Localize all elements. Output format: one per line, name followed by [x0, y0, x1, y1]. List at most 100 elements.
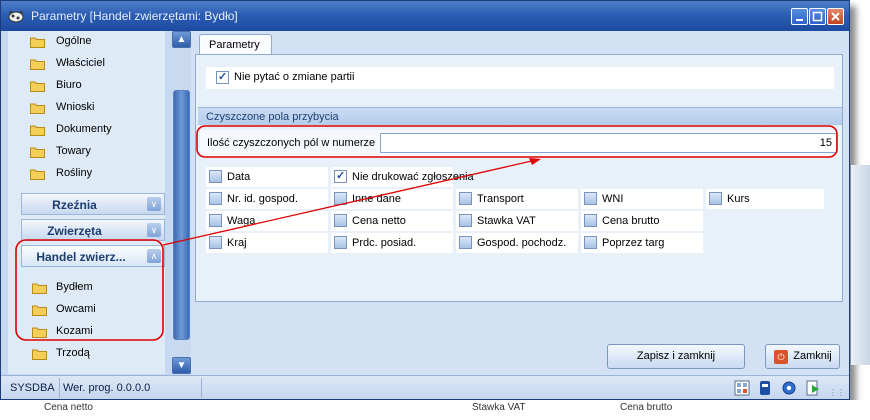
folder-icon	[30, 125, 45, 136]
app-logo-icon	[8, 10, 24, 23]
nav-item-biuro[interactable]: Biuro	[8, 75, 165, 97]
checkbox-label: Cena netto	[352, 215, 406, 227]
field-gospod-pochodz: Gospod. pochodz.	[456, 233, 578, 253]
checkbox-kraj[interactable]	[209, 236, 222, 249]
nav-item-rosliny[interactable]: Rośliny	[8, 163, 165, 185]
nav-item-label: Wnioski	[56, 101, 95, 113]
scroll-thumb[interactable]	[173, 90, 190, 340]
scroll-up-button[interactable]: ▲	[172, 31, 191, 48]
close-button[interactable]: ⏻ Zamknij	[765, 344, 840, 369]
title-bar: Parametry [Handel zwierzętami: Bydło]	[1, 1, 849, 31]
checkbox-data[interactable]	[209, 170, 222, 183]
checkbox-nr-id-gospod[interactable]	[209, 192, 222, 205]
nav-item-label: Właściciel	[56, 57, 105, 69]
field-kraj: Kraj	[206, 233, 328, 253]
field-stawka-vat: Stawka VAT	[456, 211, 578, 231]
database-icon[interactable]	[757, 380, 773, 396]
tab-parametry[interactable]: Parametry	[199, 34, 272, 55]
checkbox-poprzez-targ[interactable]	[584, 236, 597, 249]
checkbox-stawka-vat[interactable]	[459, 214, 472, 227]
nav-item-towary[interactable]: Towary	[8, 141, 165, 163]
tab-panel: Nie pytać o zmiane partii Czyszczone pol…	[195, 54, 843, 302]
window-title: Parametry [Handel zwierzętami: Bydło]	[31, 9, 238, 23]
nav-item-label: Dokumenty	[56, 123, 112, 135]
field-cena-netto: Cena netto	[331, 211, 453, 231]
status-version: Wer. prog. 0.0.0.0	[63, 382, 151, 394]
count-row: Ilość czyszczonych pól w numerze	[200, 130, 840, 157]
checkbox-label: Kurs	[727, 193, 750, 205]
double-chevron-down-icon: ∨	[147, 223, 161, 237]
checkbox-label: Prdc. posiad.	[352, 237, 417, 249]
field-poprzez-targ: Poprzez targ	[581, 233, 703, 253]
status-user: SYSDBA	[10, 382, 55, 394]
minimize-button[interactable]	[791, 8, 808, 25]
field-nr-id-gospod: Nr. id. gospod.	[206, 189, 328, 209]
close-window-button[interactable]	[827, 8, 844, 25]
nav-item-kozami[interactable]: Kozami	[8, 321, 165, 343]
status-separator	[201, 378, 202, 398]
checkbox-inne-dane[interactable]	[334, 192, 347, 205]
status-bar: SYSDBA Wer. prog. 0.0.0.0 ⋮⋮	[1, 375, 849, 399]
field-nie-drukowac: Nie drukować zgłoszenia	[331, 167, 474, 187]
nav-item-label: Towary	[56, 145, 91, 157]
checkbox-cena-brutto[interactable]	[584, 214, 597, 227]
nav-group-rzeznia[interactable]: Rzeźnia ∨	[21, 193, 165, 215]
close-icon	[831, 12, 840, 21]
nav-item-bydlem[interactable]: Bydłem	[8, 277, 165, 299]
checkbox-label: Kraj	[227, 237, 247, 249]
maximize-button[interactable]	[809, 8, 826, 25]
nav-item-label: Owcami	[56, 303, 96, 315]
folder-icon	[30, 59, 45, 70]
folder-icon	[30, 169, 45, 180]
calculator-icon[interactable]	[734, 380, 750, 396]
checkbox-kurs[interactable]	[709, 192, 722, 205]
nav-item-wnioski[interactable]: Wnioski	[8, 97, 165, 119]
app-window: Parametry [Handel zwierzętami: Bydło] Og…	[0, 0, 850, 400]
chevron-up-icon: ▲	[176, 34, 187, 45]
nav-scrollbar[interactable]: ▲ ▼	[172, 31, 191, 375]
checkbox-nie-drukowac-zgloszenia[interactable]	[334, 169, 347, 183]
checkbox-waga[interactable]	[209, 214, 222, 227]
resize-grip-icon[interactable]: ⋮⋮	[829, 388, 845, 397]
group-title-bar: Czyszczone pola przybycia	[198, 107, 842, 125]
gear-icon[interactable]	[781, 380, 797, 396]
nav-item-trzoda[interactable]: Trzodą	[8, 343, 165, 365]
run-icon[interactable]	[805, 380, 821, 396]
nav-item-label: Ogólne	[56, 35, 92, 47]
folder-icon	[30, 103, 45, 114]
nav-group-zwierzeta[interactable]: Zwierzęta ∨	[21, 219, 165, 241]
scroll-down-button[interactable]: ▼	[172, 357, 191, 374]
nav-item-dokumenty[interactable]: Dokumenty	[8, 119, 165, 141]
nav-item-wlasciciel[interactable]: Właściciel	[8, 53, 165, 75]
checkbox-label: Transport	[477, 193, 524, 205]
checkbox-label: Data	[227, 171, 251, 183]
folder-icon	[32, 327, 47, 338]
nav-item-label: Rośliny	[56, 167, 93, 179]
checkbox-label: Stawka VAT	[477, 215, 536, 227]
no-ask-checkbox[interactable]	[216, 70, 229, 84]
content-area: Parametry Nie pytać o zmiane partii Czys…	[191, 31, 849, 375]
checkbox-transport[interactable]	[459, 192, 472, 205]
checkbox-label: Gospod. pochodz.	[477, 237, 567, 249]
group-title: Czyszczone pola przybycia	[206, 111, 339, 123]
background-text: Stawka VAT	[472, 402, 526, 413]
checkbox-prdc-posiad[interactable]	[334, 236, 347, 249]
nav-group-label: Rzeźnia	[52, 198, 97, 212]
count-input[interactable]	[380, 133, 837, 153]
no-ask-label: Nie pytać o zmiane partii	[234, 71, 355, 83]
field-waga: Waga	[206, 211, 328, 231]
field-prdc-posiad: Prdc. posiad.	[331, 233, 453, 253]
save-and-close-button[interactable]: Zapisz i zamknij	[607, 344, 745, 369]
nav-group-handel-zwierzetami[interactable]: Handel zwierz... ∧	[21, 245, 165, 267]
checkbox-cena-netto[interactable]	[334, 214, 347, 227]
folder-icon	[32, 349, 47, 360]
nav-item-ogolne[interactable]: Ogólne	[8, 31, 165, 53]
background-text: Cena netto	[44, 402, 93, 413]
checkbox-gospod-pochodz[interactable]	[459, 236, 472, 249]
checkbox-wni[interactable]	[584, 192, 597, 205]
nav-item-label: Trzodą	[56, 347, 90, 359]
status-separator	[59, 378, 60, 398]
background-text: Cena brutto	[620, 402, 673, 413]
nav-item-owcami[interactable]: Owcami	[8, 299, 165, 321]
nav-item-label: Kozami	[56, 325, 93, 337]
